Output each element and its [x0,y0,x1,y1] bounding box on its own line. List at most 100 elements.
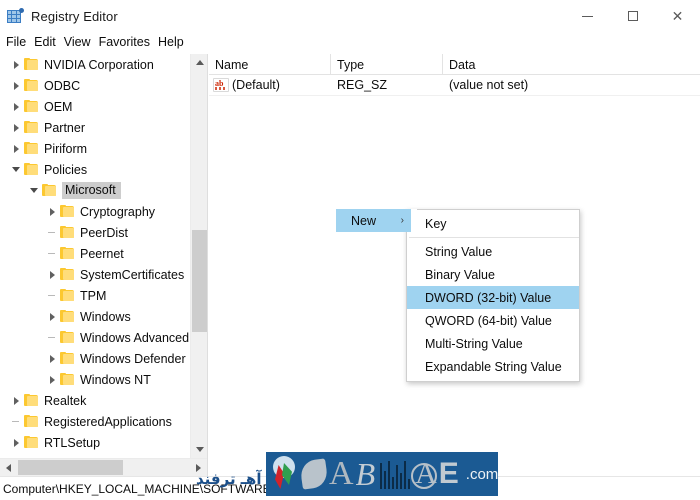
value-name-text: (Default) [232,78,280,92]
context-menu-item[interactable]: Multi-String Value [407,332,579,355]
context-menu-item-label: QWORD (64-bit) Value [425,314,552,328]
menu-bar: File Edit View Favorites Help [0,32,700,53]
tree-item[interactable]: ODBC [0,75,191,96]
maximize-icon [628,11,638,21]
chevron-right-icon[interactable] [8,432,24,453]
horizontal-scroll-thumb[interactable] [18,460,123,475]
chevron-down-icon[interactable] [8,159,24,180]
tree-item[interactable]: Microsoft [0,180,191,201]
context-menu-item[interactable]: Key [407,212,579,235]
tree-item[interactable]: SystemCertificates [0,264,191,285]
folder-icon [42,184,57,197]
context-menu-new-label: New [336,214,376,228]
context-menu-item[interactable]: QWORD (64-bit) Value [407,309,579,332]
chevron-right-icon[interactable] [8,390,24,411]
vertical-scroll-thumb[interactable] [192,230,207,332]
tree-item[interactable]: Windows Advanced Threat Protection [0,327,191,348]
menu-favorites[interactable]: Favorites [95,33,154,52]
tree-vertical-scrollbar[interactable] [190,54,207,458]
editor-content: NVIDIA CorporationODBC OEM Partner Piriform… [0,54,700,476]
watermark-arabic-text: آهـ ترفند [196,470,261,488]
chevron-right-icon[interactable] [44,369,60,390]
chevron-right-icon[interactable] [8,138,24,159]
tree-item[interactable]: TPM [0,285,191,306]
chevron-right-icon[interactable] [8,54,24,75]
menu-file[interactable]: File [2,33,30,52]
folder-icon [24,142,39,155]
folder-icon [60,247,75,260]
window-controls: ✕ [565,0,700,32]
table-row[interactable]: ab (Default) REG_SZ (value not set) [209,75,700,96]
tree-item[interactable]: Realtek [0,390,191,411]
tree-item[interactable]: Partner [0,117,191,138]
context-menu-item[interactable]: DWORD (32-bit) Value [407,286,579,309]
tree-item[interactable]: Windows Defender [0,348,191,369]
column-header-data[interactable]: Data [443,54,700,75]
column-header-type[interactable]: Type [331,54,443,75]
chevron-right-icon[interactable] [8,75,24,96]
barcode-icon [380,459,410,489]
tree-item[interactable]: Windows [0,306,191,327]
title-bar[interactable]: Registry Editor ✕ [0,0,700,32]
minimize-button[interactable] [565,0,610,32]
tree-horizontal-scrollbar[interactable] [0,458,207,476]
scroll-left-icon[interactable] [0,459,17,476]
maximize-button[interactable] [610,0,655,32]
tree-item[interactable]: Peernet [0,243,191,264]
context-menu-item[interactable]: Expandable String Value [407,355,579,378]
close-button[interactable]: ✕ [655,0,700,32]
tree-item[interactable]: NVIDIA Corporation [0,54,191,75]
watermark-wordmark: A B A E .com [301,457,498,491]
tree-item[interactable]: Windows NT [0,369,191,390]
folder-icon [24,79,39,92]
tree-item[interactable]: RegisteredApplications [0,411,191,432]
chevron-right-icon[interactable] [44,348,60,369]
tree-item-label: Realtek [44,394,94,408]
scroll-down-icon[interactable] [191,441,208,458]
chevron-right-icon: › [401,215,404,226]
tree-item[interactable]: Policies [0,159,191,180]
chevron-down-icon[interactable] [26,180,42,201]
tree-connector-line [48,232,55,233]
tree-item-label: Partner [44,121,93,135]
chevron-right-icon[interactable] [44,264,60,285]
tree-item[interactable]: OEM [0,96,191,117]
column-header-name[interactable]: Name [209,54,331,75]
registry-tree-viewport[interactable]: NVIDIA CorporationODBC OEM Partner Piriform… [0,54,191,458]
folder-icon [60,268,75,281]
tree-item[interactable]: RTLSetup [0,432,191,453]
tree-item[interactable]: Cryptography [0,201,191,222]
tree-item-label: TPM [80,289,114,303]
scroll-up-icon[interactable] [191,54,208,71]
watermark-letter-a: A [329,457,354,491]
menu-edit[interactable]: Edit [30,33,60,52]
chevron-right-icon[interactable] [44,201,60,222]
chevron-right-icon[interactable] [44,306,60,327]
chevron-right-icon[interactable] [8,96,24,117]
folder-icon [24,415,39,428]
chevron-right-icon[interactable] [8,117,24,138]
folder-icon [60,205,75,218]
context-menu-item[interactable]: Binary Value [407,263,579,286]
menu-view[interactable]: View [60,33,95,52]
tree-item-label: Peernet [80,247,132,261]
context-menu-item-label: DWORD (32-bit) Value [425,291,551,305]
close-icon: ✕ [672,9,684,23]
folder-icon [24,394,39,407]
tree-item-label: Windows NT [80,373,159,387]
menu-help[interactable]: Help [154,33,188,52]
folder-icon [60,289,75,302]
folder-icon [60,331,75,344]
tree-item[interactable]: PeerDist [0,222,191,243]
values-list-header: Name Type Data [209,54,700,75]
tree-item[interactable]: Piriform [0,138,191,159]
context-menu-item-new[interactable]: New › [336,209,411,232]
tree-item-label: Microsoft [62,182,121,199]
tree-connector-line [12,421,19,422]
tree-item-label: Windows Advanced Threat Protection [80,331,191,345]
context-menu-item[interactable]: String Value [407,240,579,263]
value-data-cell: (value not set) [443,75,700,96]
folder-icon [24,436,39,449]
tree-item-label: OEM [44,100,80,114]
tree-item-label: RTLSetup [44,436,108,450]
